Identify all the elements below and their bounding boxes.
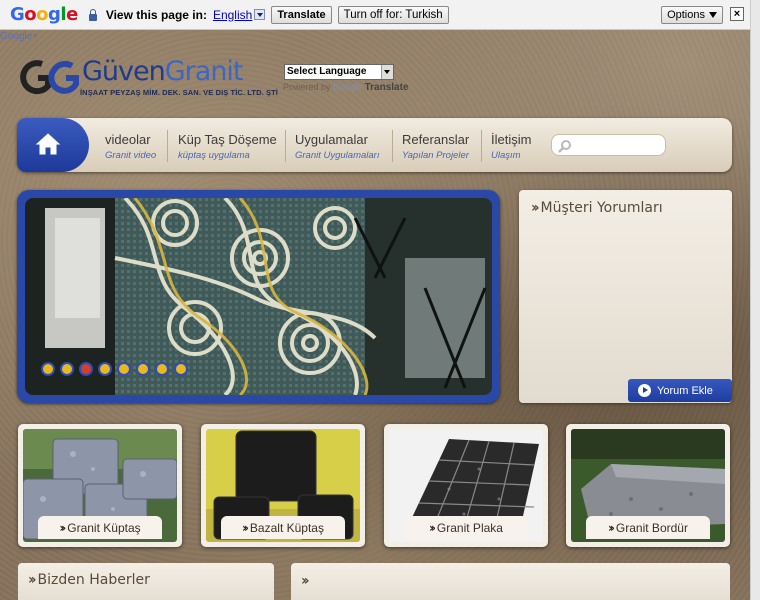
play-circle-icon (638, 384, 651, 397)
logo-subtitle: İNŞAAT PEYZAŞ MİM. DEK. SAN. VE DIŞ TİC.… (80, 88, 278, 97)
logo-mark-icon (20, 60, 79, 95)
google-letter: G (10, 4, 25, 25)
product-label[interactable]: ›› Bazalt Küptaş (221, 516, 345, 539)
options-button[interactable]: Options (661, 6, 723, 24)
double-chevron-icon: ›› (59, 520, 66, 535)
turn-off-button[interactable]: Turn off for: Turkish (337, 5, 449, 24)
nav-item-iletisim[interactable]: İletişim Ulaşım (491, 132, 531, 161)
nav-item-kup-tas[interactable]: Küp Taş Döşeme küptaş uygulama (178, 132, 277, 161)
dropdown-arrow-icon (254, 9, 266, 20)
nav-item-subtitle: küptaş uygulama (178, 150, 250, 161)
search-icon (558, 140, 571, 153)
google-letter: e (66, 4, 78, 25)
triangle-down-icon (709, 12, 717, 18)
add-review-button[interactable]: Yorum Ekle (628, 379, 732, 402)
google-letter: o (24, 4, 37, 25)
product-label[interactable]: ›› Granit Plaka (404, 516, 528, 539)
google-plus-link[interactable]: Google+ (0, 31, 38, 42)
product-label-text: Granit Plaka (436, 520, 503, 535)
slider-dot[interactable] (136, 362, 150, 376)
double-chevron-icon: ›› (531, 200, 539, 216)
scrollbar[interactable] (750, 0, 760, 600)
news-panel: ›› Bizden Haberler (18, 563, 274, 600)
site-logo[interactable]: GüvenGranit İNŞAAT PEYZAŞ MİM. DEK. SAN.… (20, 56, 278, 102)
slider-dot[interactable] (117, 362, 131, 376)
double-chevron-icon: ›› (242, 520, 249, 535)
nav-item-title: İletişim (491, 132, 532, 147)
product-label-text: Granit Küptaş (67, 520, 141, 535)
nav-divider (167, 130, 168, 162)
nav-divider (481, 130, 482, 162)
nav-item-title: Uygulamalar (295, 132, 368, 147)
nav-item-title: Küp Taş Döşeme (178, 132, 277, 147)
options-label: Options (667, 9, 705, 21)
translate-bar: Google View this page in: English Transl… (0, 0, 750, 30)
main-navigation: videolar Granit video Küp Taş Döşeme küpta… (17, 118, 732, 172)
language-select-value: Select Language (287, 66, 367, 77)
double-chevron-icon: ›› (608, 520, 615, 535)
slider-dot[interactable] (174, 362, 188, 376)
double-chevron-icon: ›› (301, 573, 309, 589)
nav-item-title: videolar (105, 132, 151, 147)
reviews-title: ›› Müşteri Yorumları (531, 200, 663, 216)
nav-divider (285, 130, 286, 162)
product-label[interactable]: ›› Granit Küptaş (38, 516, 162, 539)
product-label[interactable]: ›› Granit Bordür (586, 516, 710, 539)
slider-dot[interactable] (155, 362, 169, 376)
translate-button[interactable]: Translate (271, 5, 332, 24)
search-input[interactable] (551, 134, 666, 156)
google-letter: g (48, 4, 61, 25)
slider-dot-active[interactable] (79, 362, 93, 376)
powered-by: Powered by Google Translate (283, 82, 409, 93)
language-dropdown[interactable]: English (212, 7, 266, 22)
news-title: ›› Bizden Haberler (28, 572, 150, 588)
news-title-text: Bizden Haberler (37, 572, 150, 588)
logo-text-part: Granit (164, 56, 244, 87)
language-label: English (212, 7, 253, 22)
google-logo[interactable]: Google (10, 4, 78, 25)
content-panel: ›› (291, 563, 730, 600)
double-chevron-icon: ›› (429, 520, 436, 535)
nav-item-referanslar[interactable]: Referanslar Yapılan Projeler (402, 132, 469, 161)
slider-dot[interactable] (41, 362, 55, 376)
powered-brand: Google (333, 82, 363, 92)
customer-reviews-panel: ›› Müşteri Yorumları (519, 190, 732, 403)
nav-item-title: Referanslar (402, 132, 470, 147)
nav-item-uygulamalar[interactable]: Uygulamalar Granit Uygulamaları (295, 132, 379, 161)
content-title: ›› (301, 572, 311, 589)
nav-item-subtitle: Granit Uygulamaları (295, 150, 380, 161)
slider-dot[interactable] (98, 362, 112, 376)
close-button[interactable]: × (730, 7, 744, 21)
logo-text-part: Güven (82, 56, 166, 87)
nav-item-videolar[interactable]: videolar Granit video (105, 132, 156, 161)
product-card-granit-kuptas[interactable]: ›› Granit Küptaş (18, 424, 182, 547)
home-icon (35, 133, 61, 155)
product-label-text: Granit Bordür (615, 520, 688, 535)
nav-item-subtitle: Ulaşım (491, 150, 521, 161)
logo-text: GüvenGranit (82, 56, 244, 87)
add-review-label: Yorum Ekle (657, 384, 713, 397)
translate-prompt: View this page in: (105, 7, 207, 22)
product-card-granit-plaka[interactable]: ›› Granit Plaka (384, 424, 548, 547)
slider-pagination (41, 362, 188, 376)
home-button[interactable] (17, 118, 89, 172)
product-card-granit-bordur[interactable]: ›› Granit Bordür (566, 424, 730, 547)
google-letter: o (36, 4, 49, 25)
product-card-bazalt-kuptas[interactable]: ›› Bazalt Küptaş (201, 424, 365, 547)
lock-icon (88, 8, 98, 21)
nav-item-subtitle: Yapılan Projeler (402, 150, 469, 161)
double-chevron-icon: ›› (28, 572, 36, 588)
chevron-down-icon (384, 70, 390, 74)
reviews-title-text: Müşteri Yorumları (540, 200, 663, 216)
product-label-text: Bazalt Küptaş (249, 520, 324, 535)
nav-item-subtitle: Granit video (105, 150, 157, 161)
powered-suffix: Translate (364, 82, 409, 93)
nav-divider (392, 130, 393, 162)
slider-dot[interactable] (60, 362, 74, 376)
powered-prefix: Powered by (283, 82, 331, 92)
language-select[interactable]: Select Language (284, 64, 394, 80)
